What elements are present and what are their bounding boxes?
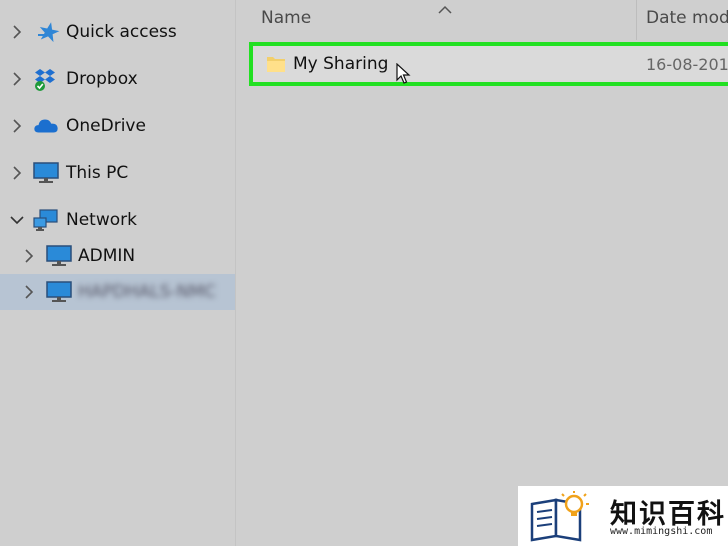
nav-item-this-pc[interactable]: This PC xyxy=(0,155,235,191)
nav-item-network-computer[interactable]: HAPDHALS-NMC xyxy=(0,274,235,310)
nav-item-label: This PC xyxy=(66,163,129,183)
network-icon xyxy=(33,207,59,233)
watermark: 知识百科 www.mimingshi.com xyxy=(518,486,728,546)
dropbox-icon xyxy=(33,66,59,92)
sort-ascending-icon[interactable] xyxy=(437,0,453,14)
column-header-name[interactable]: Name xyxy=(261,8,311,28)
file-row-my-sharing[interactable]: My Sharing 16-08-201 xyxy=(249,42,728,86)
chevron-down-icon[interactable] xyxy=(8,211,26,229)
nav-item-quick-access[interactable]: Quick access xyxy=(0,14,235,50)
chevron-right-icon[interactable] xyxy=(20,283,38,301)
book-lightbulb-logo-icon xyxy=(528,490,592,542)
computer-icon xyxy=(33,160,59,186)
nav-item-label: HAPDHALS-NMC xyxy=(78,282,216,302)
folder-icon xyxy=(265,53,287,75)
computer-icon xyxy=(46,279,72,305)
nav-item-admin[interactable]: ADMIN xyxy=(0,238,235,274)
nav-item-label: ADMIN xyxy=(78,246,136,266)
chevron-right-icon[interactable] xyxy=(20,247,38,265)
cloud-icon xyxy=(33,113,59,139)
nav-item-label: Network xyxy=(66,210,137,230)
navigation-pane: Quick access Dropbox OneDrive This PC Ne… xyxy=(0,0,235,546)
chevron-right-icon[interactable] xyxy=(8,117,26,135)
chevron-right-icon[interactable] xyxy=(8,164,26,182)
nav-item-label: Dropbox xyxy=(66,69,138,89)
nav-item-dropbox[interactable]: Dropbox xyxy=(0,61,235,97)
nav-item-network[interactable]: Network xyxy=(0,202,235,238)
column-separator[interactable] xyxy=(636,0,637,40)
file-date-modified: 16-08-201 xyxy=(646,55,728,74)
chevron-right-icon[interactable] xyxy=(8,23,26,41)
nav-item-label: OneDrive xyxy=(66,116,146,136)
watermark-url: www.mimingshi.com xyxy=(610,526,713,537)
nav-item-onedrive[interactable]: OneDrive xyxy=(0,108,235,144)
nav-item-label: Quick access xyxy=(66,22,177,42)
column-header-date-modified[interactable]: Date modi xyxy=(646,8,728,28)
chevron-right-icon[interactable] xyxy=(8,70,26,88)
star-icon xyxy=(35,19,61,45)
file-name: My Sharing xyxy=(293,54,389,74)
mouse-cursor-icon xyxy=(396,62,412,85)
computer-icon xyxy=(46,243,72,269)
